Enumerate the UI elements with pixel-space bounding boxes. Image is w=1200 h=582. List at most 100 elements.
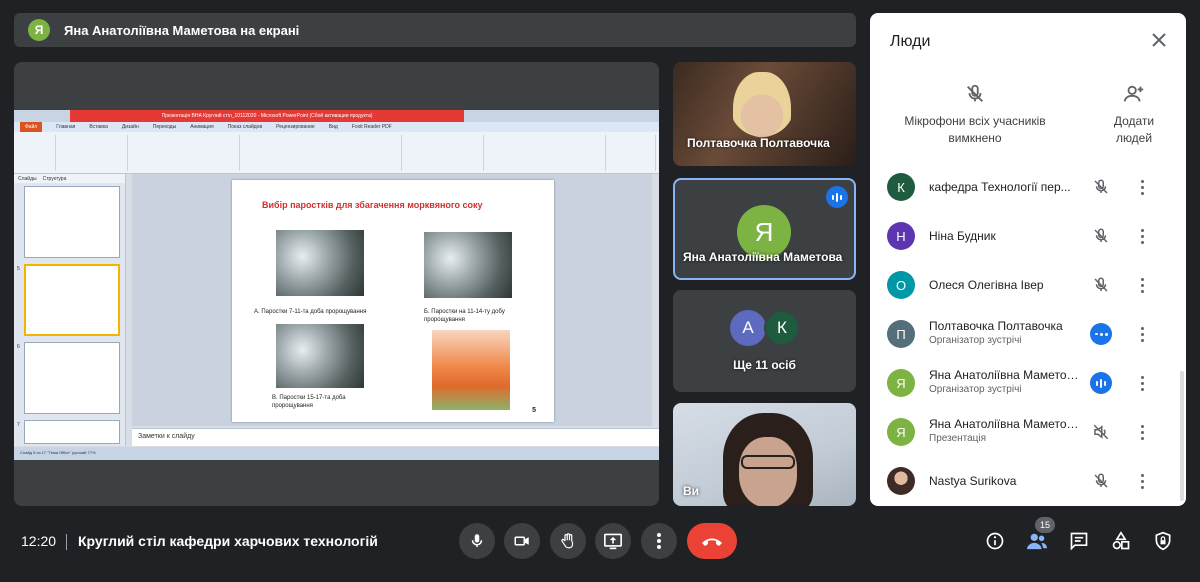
participant-row[interactable]: Ккафедра Технології пер... (870, 163, 1186, 211)
more-participants-tile[interactable]: А К Ще 11 осіб (673, 290, 856, 392)
close-icon (1152, 33, 1166, 47)
speaking-indicator-icon (1090, 372, 1112, 394)
camera-button[interactable] (504, 523, 540, 559)
ppt-tab: Главная (56, 124, 76, 130)
participant-row[interactable]: О Олеся Олегівна Івер (870, 261, 1186, 309)
ribbon-group (486, 135, 606, 171)
participant-status[interactable] (1089, 224, 1113, 248)
participant-tile[interactable]: Полтавочка Полтавочка (673, 62, 856, 166)
slide-thumbnail-selected (24, 264, 120, 336)
participant-more-options[interactable] (1134, 224, 1150, 248)
slide-number: 5 (532, 407, 536, 414)
microphone-button[interactable] (459, 523, 495, 559)
participant-row[interactable]: Я Яна Анатоліївна Маметова Презентація (870, 408, 1186, 456)
participant-more-options[interactable] (1134, 371, 1150, 395)
participant-row[interactable]: Я Яна Анатоліївна Маметова Організатор зус… (870, 359, 1186, 407)
participant-row[interactable]: П Полтавочка Полтавочка Організатор зустрі… (870, 310, 1186, 358)
participant-row[interactable]: Nastya Surikova (870, 457, 1186, 505)
ppt-tab: Рецензирование (276, 124, 315, 130)
participant-name: Nastya Surikova (929, 474, 1017, 488)
ppt-tab: Показ слайдов (227, 124, 263, 130)
slide-thumbnail (24, 342, 120, 414)
thumb-number: 7 (17, 422, 20, 428)
ribbon-group (130, 135, 240, 171)
participant-name: Яна Анатоліївна Маметова (929, 417, 1079, 431)
participant-name: Олеся Олегівна Івер (929, 278, 1044, 292)
participant-status[interactable] (1089, 371, 1113, 395)
speaking-indicator-icon (826, 186, 848, 208)
participant-row[interactable]: Н Ніна Будник (870, 212, 1186, 260)
participant-more-options[interactable] (1134, 322, 1150, 346)
meeting-details-button[interactable] (983, 529, 1007, 553)
participant-status[interactable] (1089, 469, 1113, 493)
participant-status[interactable] (1089, 420, 1113, 444)
leave-call-button[interactable] (687, 523, 737, 559)
ppt-tab: Вид (328, 124, 338, 130)
info-icon (986, 532, 1004, 550)
caption-c: В. Паростки 15-17-та доба пророщування (272, 395, 346, 409)
participants-scrollbar[interactable] (1180, 371, 1184, 501)
mic-off-icon (1094, 228, 1108, 243)
shapes-icon (1112, 531, 1130, 550)
shield-lock-icon (1155, 531, 1171, 551)
chat-button[interactable] (1067, 529, 1091, 553)
ppt-window-title: Презентація ВНА Круглий стіл_10112020 - … (70, 110, 464, 122)
participant-more-options[interactable] (1134, 273, 1150, 297)
participant-tile-active-speaker[interactable]: Я Яна Анатоліївна Маметова (673, 178, 856, 280)
divider (66, 534, 67, 550)
participant-avatar: Н (887, 222, 915, 250)
sprouts-image-a (276, 230, 364, 296)
self-view-tile[interactable]: Ви (673, 403, 856, 506)
clock: 12:20 (21, 533, 57, 549)
add-person-icon (1123, 85, 1144, 102)
participant-more-options[interactable] (1134, 420, 1150, 444)
panel-tab-outline: Структура (42, 175, 67, 182)
presenter-avatar: Я (28, 19, 50, 41)
slide-thumbnails-panel: Слайды Структура 5 6 7 (14, 174, 126, 446)
activities-button[interactable] (1109, 529, 1133, 553)
participant-more-options[interactable] (1134, 175, 1150, 199)
ppt-tab: Анимация (190, 124, 214, 130)
participant-avatar: А (730, 310, 766, 346)
meeting-title: Круглий стіл кафедри харчових технологій (78, 533, 378, 549)
participant-status[interactable] (1089, 175, 1113, 199)
people-panel: Люди Мікрофони всіх учасників вимкнено Д… (870, 13, 1186, 506)
chat-icon (1070, 532, 1088, 551)
carrot-juice-image (432, 330, 510, 410)
ribbon-group (404, 135, 484, 171)
more-participants-label: Ще 11 осіб (733, 358, 796, 372)
more-vert-icon (657, 533, 661, 549)
add-people-label: Додати людей (1113, 114, 1155, 145)
participant-avatar: К (764, 310, 800, 346)
current-slide: Вибір паростків для збагачення морквяног… (232, 180, 554, 422)
ppt-titlebar: Презентація ВНА Круглий стіл_10112020 - … (14, 110, 659, 122)
participant-name: Яна Анатоліївна Маметова (929, 368, 1079, 382)
mute-all-label: Мікрофони всіх учасників вимкнено (904, 114, 1046, 145)
sprouts-image-b (424, 232, 512, 298)
participant-avatar: О (887, 271, 915, 299)
participant-avatar (887, 467, 915, 495)
ppt-ribbon (14, 132, 659, 174)
more-options-button[interactable] (641, 523, 677, 559)
participant-more-options[interactable] (1134, 469, 1150, 493)
mute-all-status: Мікрофони всіх учасників вимкнено (892, 83, 1058, 147)
participant-status[interactable] (1089, 273, 1113, 297)
host-controls-button[interactable] (1151, 529, 1175, 553)
ribbon-group (58, 135, 128, 171)
camera-icon (514, 536, 529, 546)
caption-b: Б. Паростки на 11-14-ту добу пророщуванн… (424, 309, 505, 323)
participants-count-badge: 15 (1035, 517, 1055, 533)
panel-tabs: Слайды Структура (14, 174, 125, 183)
powerpoint-window: Презентація ВНА Круглий стіл_10112020 - … (14, 110, 659, 460)
add-people-button[interactable]: Додати людей (1104, 83, 1164, 147)
people-icon (1027, 533, 1047, 550)
slide-thumbnail (24, 186, 120, 258)
present-screen-button[interactable] (595, 523, 631, 559)
hang-up-icon (702, 538, 722, 546)
participant-avatar: П (887, 320, 915, 348)
participant-status[interactable] (1089, 322, 1113, 346)
participant-avatar: Я (887, 369, 915, 397)
raise-hand-button[interactable] (550, 523, 586, 559)
caption-a: А. Паростки 7-11-та доба пророщування (254, 309, 367, 315)
close-panel-button[interactable] (1146, 27, 1172, 53)
